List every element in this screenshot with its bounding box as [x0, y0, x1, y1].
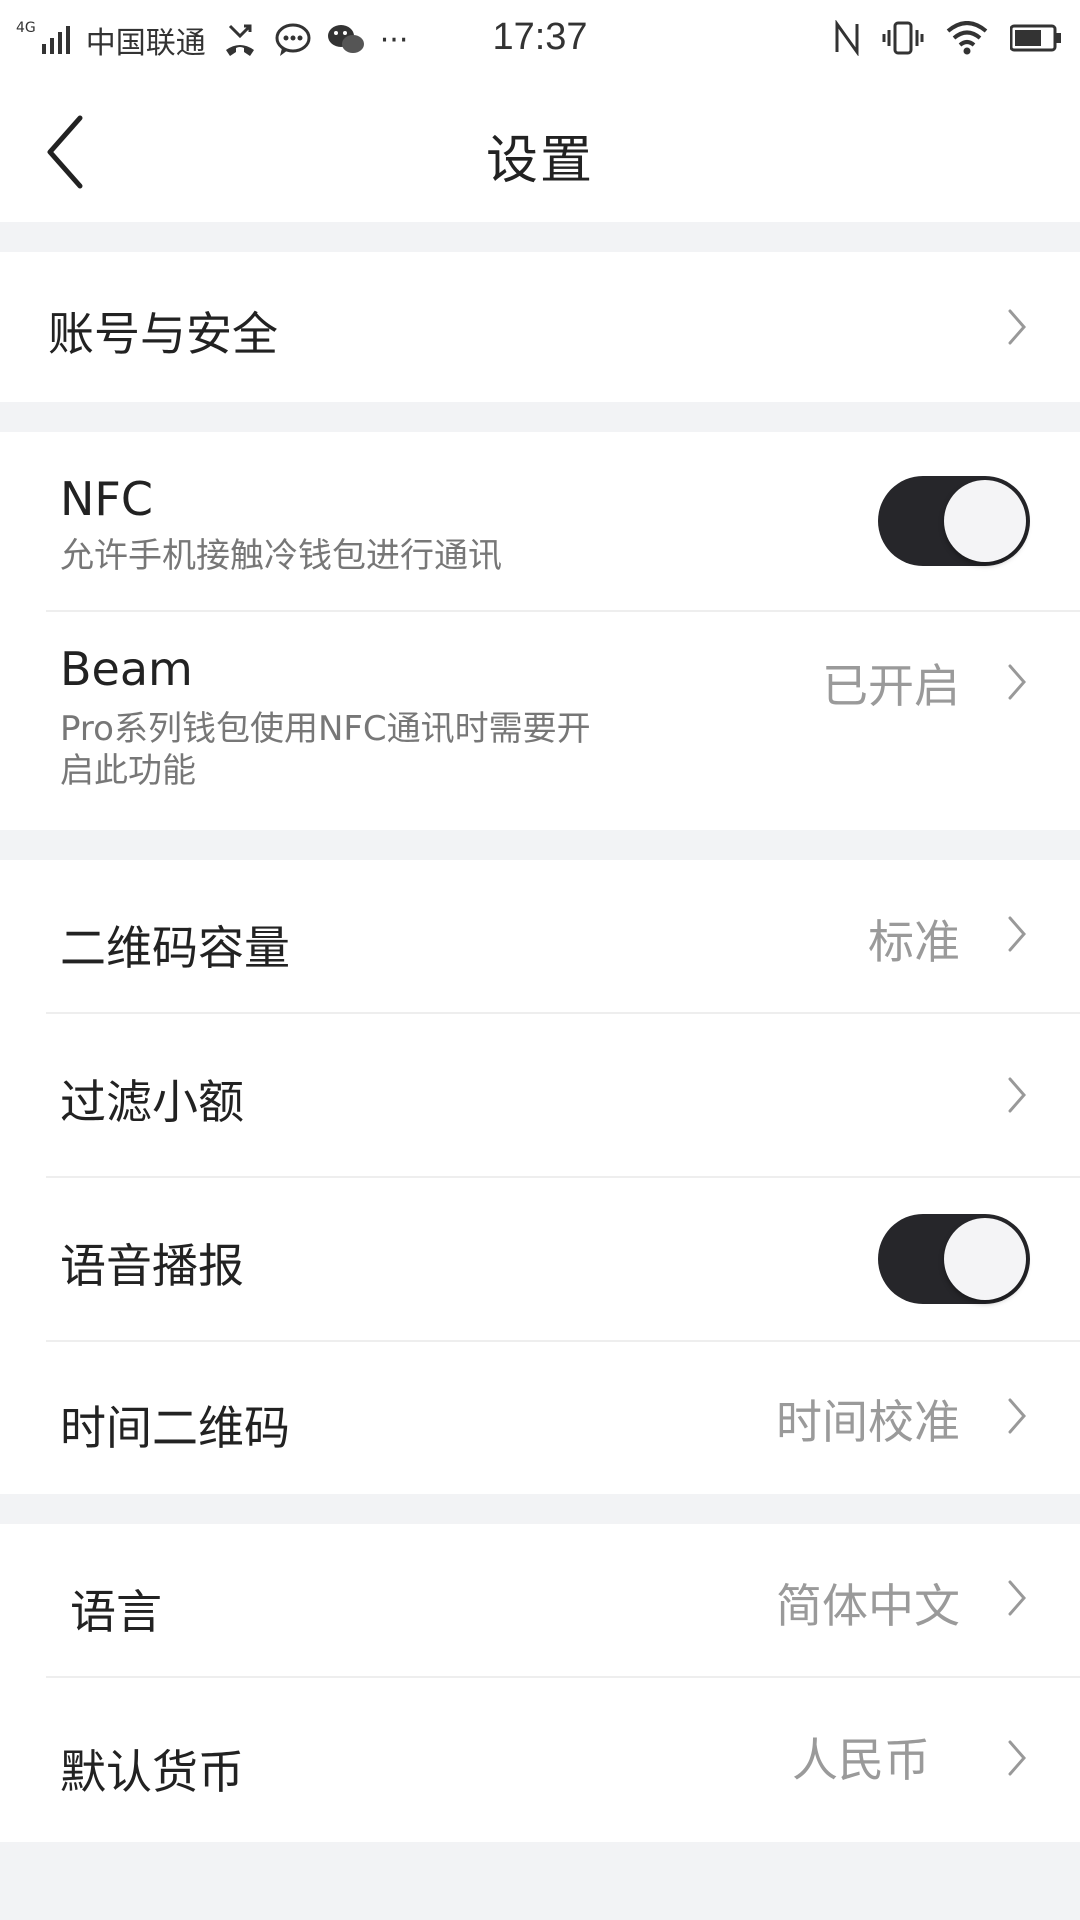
row-label: NFC [60, 472, 153, 526]
chevron-right-icon [1008, 1077, 1026, 1113]
settings-group-locale: 语言 简体中文 默认货币 人民币 [0, 1524, 1080, 1842]
row-label: Beam [60, 642, 193, 696]
nfc-icon [835, 20, 859, 56]
vibrate-icon [882, 21, 924, 55]
row-beam[interactable]: Beam Pro系列钱包使用NFC通讯时需要开启此功能 已开启 [0, 612, 1080, 830]
wifi-icon [946, 21, 988, 55]
row-default-currency[interactable]: 默认货币 人民币 [0, 1678, 1080, 1842]
chevron-right-icon [1008, 1398, 1026, 1434]
row-filter-small[interactable]: 过滤小额 [0, 1014, 1080, 1176]
nfc-toggle[interactable] [878, 476, 1030, 566]
row-account-security[interactable]: 账号与安全 [0, 252, 1080, 402]
chevron-right-icon [1008, 309, 1026, 345]
status-bar: 4G 中国联通 ··· 17:37 [0, 0, 1080, 80]
row-value: 标准 [868, 915, 960, 969]
chevron-right-icon [1008, 664, 1026, 700]
row-description: 允许手机接触冷钱包进行通讯 [60, 536, 502, 576]
row-value: 时间校准 [776, 1395, 960, 1449]
row-label: 二维码容量 [60, 921, 290, 975]
settings-group-account: 账号与安全 [0, 252, 1080, 402]
row-value: 简体中文 [776, 1579, 960, 1633]
battery-icon [1010, 24, 1061, 52]
row-value: 已开启 [822, 659, 960, 713]
chevron-right-icon [1008, 916, 1026, 952]
row-label: 时间二维码 [60, 1401, 290, 1455]
status-bar-right [834, 20, 1062, 56]
row-label: 过滤小额 [60, 1075, 244, 1129]
settings-group-nfc: NFC 允许手机接触冷钱包进行通讯 Beam Pro系列钱包使用NFC通讯时需要… [0, 432, 1080, 830]
page-title: 设置 [485, 131, 594, 191]
row-label: 语音播报 [60, 1239, 244, 1293]
row-voice-broadcast: 语音播报 [0, 1178, 1080, 1340]
row-language[interactable]: 语言 简体中文 [0, 1524, 1080, 1676]
row-label: 语言 [70, 1585, 162, 1639]
row-description: Pro系列钱包使用NFC通讯时需要开启此功能 [60, 709, 591, 791]
row-time-qr[interactable]: 时间二维码 时间校准 [0, 1342, 1080, 1494]
toggle-knob [944, 480, 1026, 562]
voice-toggle[interactable] [878, 1214, 1030, 1304]
row-qr-capacity[interactable]: 二维码容量 标准 [0, 860, 1080, 1012]
chevron-right-icon [1008, 1740, 1026, 1776]
row-nfc: NFC 允许手机接触冷钱包进行通讯 [0, 432, 1080, 610]
app-header: 设置 [0, 80, 1080, 222]
settings-group-general: 二维码容量 标准 过滤小额 语音播报 时间二维码 时间校准 [0, 860, 1080, 1494]
row-label: 账号与安全 [48, 307, 278, 361]
toggle-knob [944, 1218, 1026, 1300]
chevron-right-icon [1008, 1580, 1026, 1616]
row-value: 人民币 [792, 1733, 930, 1787]
row-label: 默认货币 [60, 1745, 244, 1799]
